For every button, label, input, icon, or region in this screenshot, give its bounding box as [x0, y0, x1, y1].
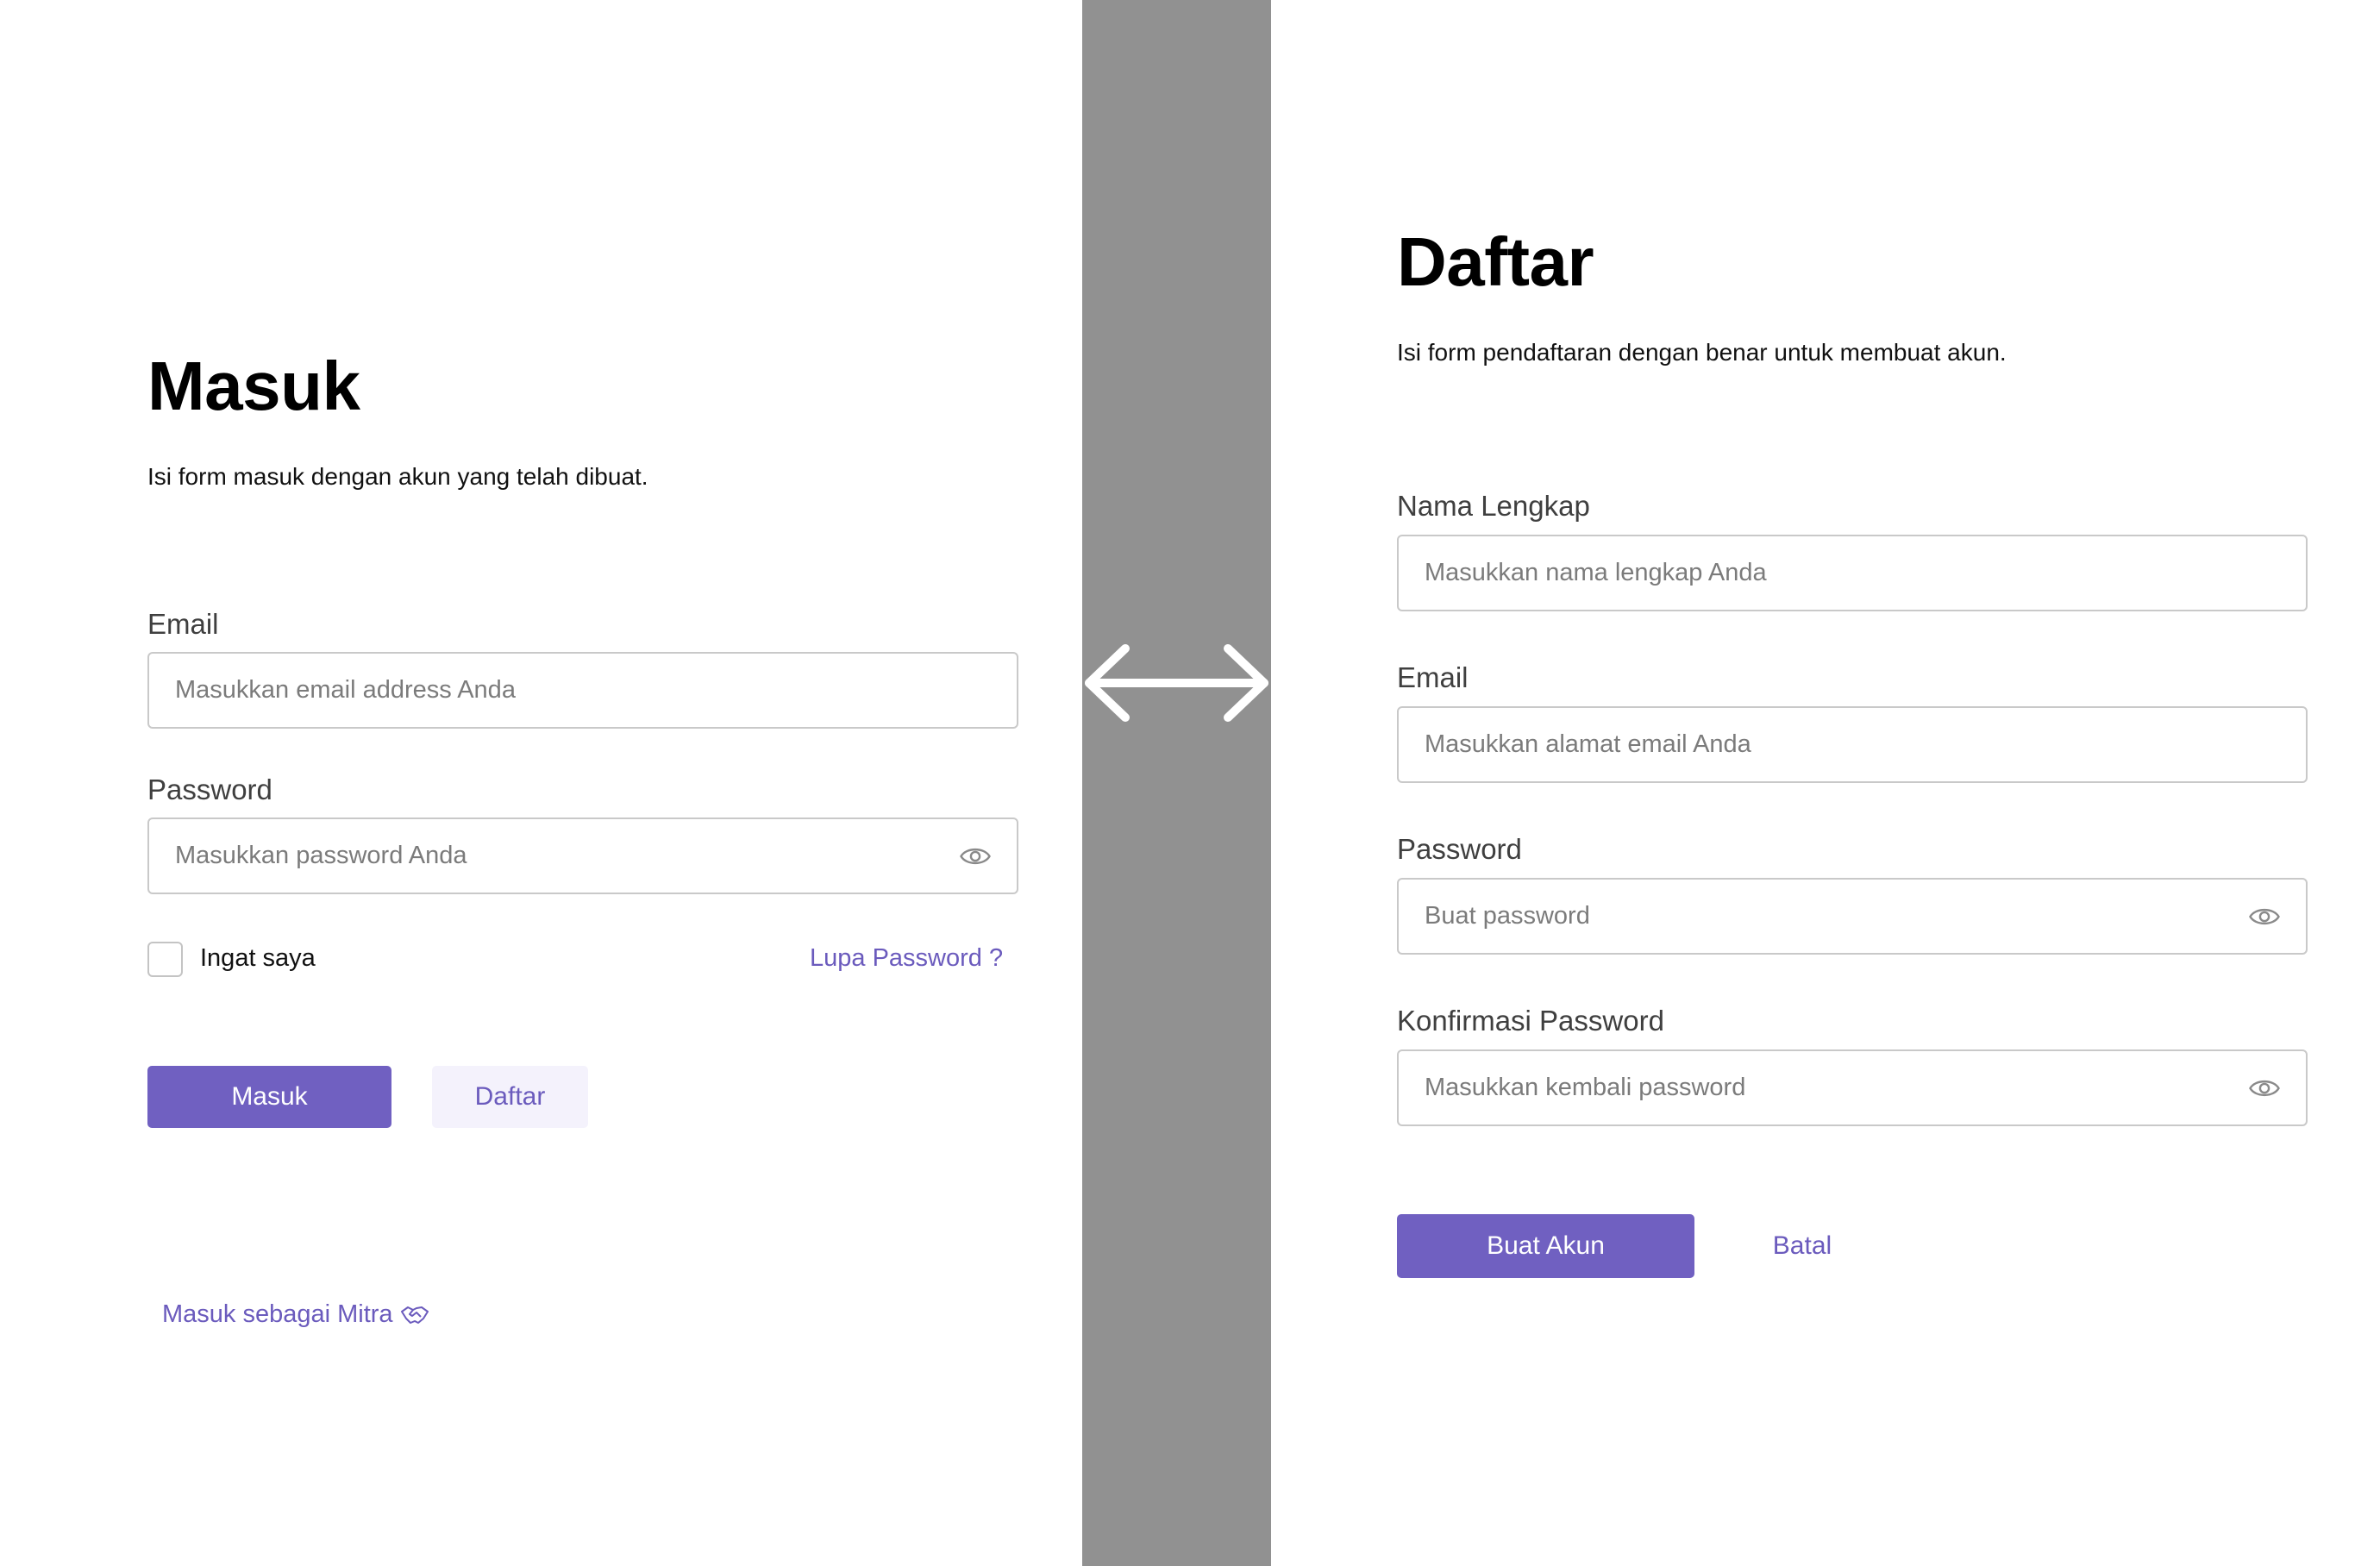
login-register-button[interactable]: Daftar	[432, 1066, 588, 1128]
partner-login-label: Masuk sebagai Mitra	[162, 1300, 393, 1328]
register-confirm-input[interactable]	[1425, 1051, 2237, 1124]
create-account-button[interactable]: Buat Akun	[1397, 1214, 1694, 1278]
register-email-field[interactable]	[1397, 706, 2308, 783]
remember-checkbox[interactable]	[147, 942, 183, 977]
login-email-label: Email	[147, 608, 219, 640]
double-arrow-icon	[1085, 644, 1268, 722]
forgot-password-link[interactable]: Lupa Password ?	[810, 944, 1003, 973]
eye-icon[interactable]	[2249, 1074, 2280, 1102]
panel-divider	[1082, 0, 1271, 1566]
register-title: Daftar	[1397, 223, 1594, 300]
login-panel: Masuk Isi form masuk dengan akun yang te…	[0, 0, 1082, 1566]
eye-icon[interactable]	[960, 843, 991, 870]
register-name-label: Nama Lengkap	[1397, 490, 1590, 522]
register-password-input[interactable]	[1425, 880, 2237, 953]
register-name-field[interactable]	[1397, 535, 2308, 611]
login-email-field[interactable]	[147, 652, 1018, 729]
register-password-field[interactable]	[1397, 878, 2308, 955]
partner-login-link[interactable]: Masuk sebagai Mitra	[162, 1300, 429, 1329]
register-confirm-label: Konfirmasi Password	[1397, 1005, 1664, 1037]
register-confirm-field[interactable]	[1397, 1049, 2308, 1126]
login-email-input[interactable]	[175, 654, 948, 727]
register-email-label: Email	[1397, 661, 1469, 693]
login-password-field[interactable]	[147, 817, 1018, 894]
login-password-label: Password	[147, 774, 272, 805]
eye-icon[interactable]	[2249, 903, 2280, 930]
register-name-input[interactable]	[1425, 536, 2237, 610]
register-subtitle: Isi form pendaftaran dengan benar untuk …	[1397, 339, 2007, 366]
handshake-icon	[400, 1306, 429, 1324]
login-subtitle: Isi form masuk dengan akun yang telah di…	[147, 463, 648, 490]
register-email-input[interactable]	[1425, 708, 2237, 781]
login-submit-button[interactable]: Masuk	[147, 1066, 391, 1128]
cancel-button[interactable]: Batal	[1742, 1214, 1863, 1278]
login-title: Masuk	[147, 348, 360, 424]
remember-label: Ingat saya	[200, 944, 316, 972]
register-panel: Daftar Isi form pendaftaran dengan benar…	[1271, 0, 2380, 1566]
login-password-input[interactable]	[175, 819, 948, 893]
register-password-label: Password	[1397, 833, 1522, 865]
